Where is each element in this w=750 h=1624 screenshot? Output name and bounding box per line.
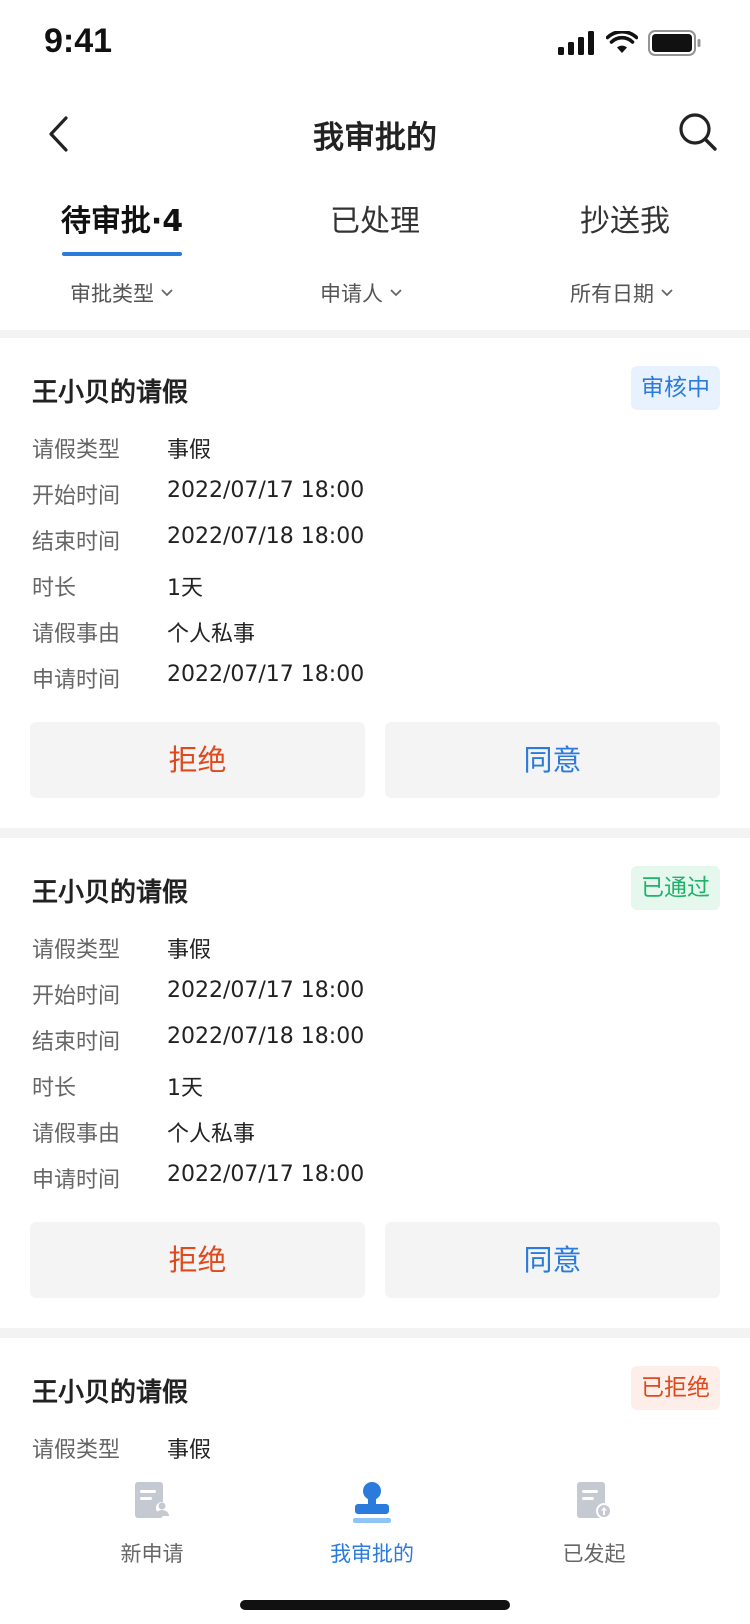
row-value: 2022/07/17 18:00	[167, 478, 365, 503]
detail-row: 结束时间 2022/07/18 18:00	[32, 524, 364, 556]
nav-bar: 我审批的	[0, 90, 750, 180]
approve-button[interactable]: 同意	[385, 722, 720, 798]
tabbar-label: 新申请	[120, 1542, 184, 1566]
row-label: 结束时间	[32, 530, 121, 555]
tabbar-new-application[interactable]: 新申请	[72, 1480, 232, 1568]
reject-button[interactable]: 拒绝	[30, 1222, 365, 1298]
tabbar-label: 已发起	[562, 1542, 626, 1566]
row-value: 2022/07/17 18:00	[167, 1162, 365, 1187]
status-badge: 已拒绝	[631, 1366, 720, 1410]
row-value: 2022/07/18 18:00	[167, 524, 365, 549]
row-label: 请假类型	[32, 938, 121, 963]
status-icons	[558, 30, 702, 56]
row-value: 个人私事	[167, 1122, 256, 1147]
status-time: 9:41	[44, 22, 113, 60]
filter-bar: 审批类型 申请人 所有日期	[0, 260, 750, 330]
page-title: 我审批的	[313, 120, 437, 156]
status-badge: 审核中	[631, 366, 720, 410]
approve-button[interactable]: 同意	[385, 1222, 720, 1298]
row-label: 请假事由	[32, 1122, 121, 1147]
row-label: 请假类型	[32, 438, 121, 463]
active-tab-indicator	[62, 252, 182, 256]
detail-row: 结束时间 2022/07/18 18:00	[32, 1024, 364, 1056]
approval-card[interactable]: 王小贝的请假 已拒绝 请假类型 事假	[0, 1338, 750, 1463]
signal-icon	[558, 31, 594, 55]
approval-card[interactable]: 王小贝的请假 已通过 请假类型 事假 开始时间 2022/07/17 18:00 结…	[0, 838, 750, 1328]
tabbar-submitted[interactable]: 已发起	[514, 1480, 674, 1568]
card-title: 王小贝的请假	[32, 878, 189, 908]
chevron-down-icon	[661, 289, 673, 297]
row-value: 个人私事	[167, 622, 256, 647]
wifi-icon	[606, 31, 638, 53]
row-value: 2022/07/17 18:00	[167, 662, 365, 687]
row-label: 申请时间	[32, 1168, 121, 1193]
row-label: 请假事由	[32, 622, 121, 647]
battery-icon	[648, 30, 701, 56]
detail-row: 开始时间 2022/07/17 18:00	[32, 978, 364, 1010]
search-button[interactable]	[672, 106, 724, 158]
detail-row: 请假事由 个人私事	[32, 616, 255, 648]
detail-row: 时长 1天	[32, 1070, 203, 1102]
reject-button[interactable]: 拒绝	[30, 722, 365, 798]
filter-approval-type[interactable]: 审批类型	[70, 278, 174, 308]
status-badge: 已通过	[631, 866, 720, 910]
row-value: 1天	[167, 576, 203, 601]
my-approvals-icon	[353, 1482, 391, 1523]
tab-pending[interactable]: 待审批·4	[12, 196, 232, 240]
filter-applicant[interactable]: 申请人	[320, 278, 403, 308]
tab-cc-me[interactable]: 抄送我	[515, 196, 735, 240]
filter-label: 申请人	[320, 282, 383, 306]
filter-label: 所有日期	[570, 282, 654, 306]
submitted-icon	[577, 1482, 612, 1519]
filter-label: 审批类型	[70, 282, 154, 306]
row-label: 时长	[32, 576, 77, 601]
row-label: 结束时间	[32, 1030, 121, 1055]
row-label: 时长	[32, 1076, 77, 1101]
detail-row: 请假类型 事假	[32, 432, 211, 464]
detail-row: 请假类型 事假	[32, 932, 211, 964]
tab-bar: 待审批·4 已处理 抄送我	[0, 180, 750, 260]
status-bar: 9:41	[0, 0, 750, 90]
row-label: 开始时间	[32, 984, 121, 1009]
detail-row: 申请时间 2022/07/17 18:00	[32, 1162, 364, 1194]
bottom-tab-bar: 新申请 我审批的 已发起	[0, 1460, 750, 1624]
tab-processed[interactable]: 已处理	[265, 196, 485, 240]
approval-card[interactable]: 王小贝的请假 审核中 请假类型 事假 开始时间 2022/07/17 18:00 结…	[0, 338, 750, 828]
tabbar-my-approvals[interactable]: 我审批的	[292, 1480, 452, 1568]
row-value: 事假	[167, 938, 212, 963]
chevron-down-icon	[390, 289, 402, 297]
filter-date[interactable]: 所有日期	[570, 278, 674, 308]
card-title: 王小贝的请假	[32, 1378, 189, 1408]
detail-row: 申请时间 2022/07/17 18:00	[32, 662, 364, 694]
home-indicator	[240, 1600, 510, 1610]
detail-row: 时长 1天	[32, 570, 203, 602]
row-value: 2022/07/18 18:00	[167, 1024, 365, 1049]
row-label: 开始时间	[32, 484, 121, 509]
chevron-down-icon	[161, 289, 173, 297]
row-value: 1天	[167, 1076, 203, 1101]
detail-row: 开始时间 2022/07/17 18:00	[32, 478, 364, 510]
search-icon	[679, 113, 717, 151]
tabbar-label: 我审批的	[330, 1542, 414, 1566]
card-title: 王小贝的请假	[32, 378, 189, 408]
new-application-icon	[135, 1482, 169, 1518]
row-value: 事假	[167, 438, 212, 463]
row-value: 2022/07/17 18:00	[167, 978, 365, 1003]
detail-row: 请假事由 个人私事	[32, 1116, 255, 1148]
row-label: 申请时间	[32, 668, 121, 693]
